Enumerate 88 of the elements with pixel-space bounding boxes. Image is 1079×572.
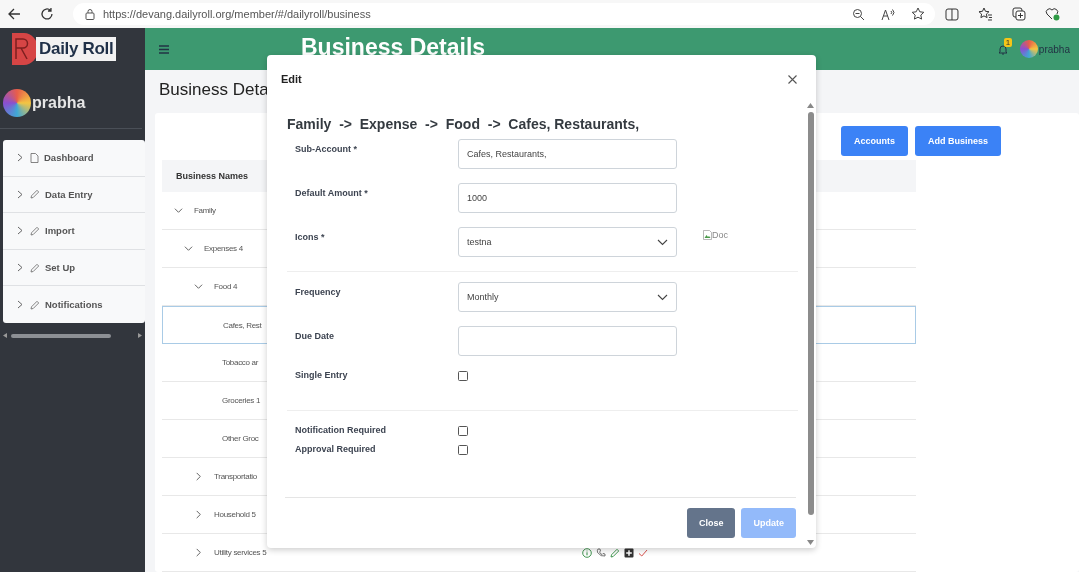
chevron-down-icon[interactable] [657, 293, 668, 301]
url-text: https://devang.dailyroll.org/member/#/dailyroll/business [102, 8, 371, 20]
address-bar[interactable]: https://devang.dailyroll.org/member/#/dailyroll/business [72, 3, 936, 25]
field-label: Notification Required [295, 424, 387, 435]
scrollbar[interactable] [806, 103, 815, 545]
menu-item[interactable]: Notifications [3, 286, 145, 323]
chevron-right-icon [16, 226, 24, 236]
menu-item[interactable]: Data Entry [3, 176, 145, 214]
image-alt-text: Doc [712, 230, 728, 240]
dialog-title: Edit [281, 73, 302, 85]
input-field[interactable]: Cafes, Restaurants, [458, 139, 677, 169]
file-icon [30, 152, 39, 163]
field-label: Approval Required [295, 443, 377, 454]
dropdown[interactable]: testna [458, 227, 677, 257]
pencil-icon [30, 299, 40, 310]
heart-icon[interactable] [1045, 7, 1060, 21]
row-name: Utility services 5 [214, 548, 267, 557]
lock-icon[interactable] [84, 8, 95, 20]
read-aloud-icon[interactable] [881, 7, 896, 21]
pencil-icon [30, 189, 40, 200]
broken-image-icon [703, 230, 712, 240]
field-label: Sub-Account * [295, 143, 358, 154]
chevron-down-icon[interactable] [657, 238, 668, 246]
row-name: Other Groc [222, 434, 259, 443]
action-button[interactable]: Accounts [840, 126, 908, 156]
row-name: Tobacco ar [222, 358, 259, 367]
row-name: Cafes, Rest [223, 320, 262, 330]
checkbox[interactable] [458, 371, 468, 381]
row-name: Expenses 4 [204, 244, 243, 253]
scroll-down-arrow-icon[interactable] [807, 540, 814, 545]
check-icon[interactable] [638, 547, 648, 558]
field-label: Icons * [295, 231, 326, 242]
user-name: prabha [32, 94, 86, 112]
menu-item[interactable]: Set Up [3, 249, 145, 287]
checkbox[interactable] [458, 426, 468, 436]
zoom-out-icon[interactable] [852, 7, 866, 21]
close-button[interactable]: Close [686, 508, 736, 538]
info-icon[interactable] [582, 547, 592, 558]
field-label: Frequency [295, 286, 342, 297]
chevron-right-icon[interactable] [194, 472, 203, 481]
field-label: Default Amount * [295, 187, 369, 198]
notification-badge: 1 [1003, 37, 1013, 47]
bell-icon[interactable] [997, 43, 1008, 55]
split-screen-icon[interactable] [945, 7, 960, 21]
chevron-right-icon [16, 300, 24, 310]
breadcrumb: Family -> Expense -> Food -> Cafes, Restaurants, [287, 116, 641, 132]
avatar[interactable] [1019, 40, 1038, 58]
back-icon[interactable] [7, 7, 21, 21]
logo-icon [12, 33, 38, 65]
scrollbar[interactable] [0, 330, 145, 341]
menu-item[interactable]: Dashboard [3, 140, 145, 177]
star-icon[interactable] [911, 7, 926, 21]
plus-square-icon[interactable] [624, 547, 634, 558]
chevron-right-icon [16, 263, 24, 273]
phone-icon[interactable] [596, 547, 606, 558]
scroll-left-arrow-icon[interactable] [3, 333, 7, 339]
input-field[interactable]: 1000 [458, 183, 677, 213]
dropdown[interactable]: Monthly [458, 282, 677, 312]
chevron-right-icon [16, 153, 24, 163]
row-name: Household 5 [214, 510, 256, 519]
menu-icon[interactable] [159, 44, 169, 54]
chevron-right-icon [16, 189, 24, 199]
row-name: Transportatio [214, 472, 257, 481]
collections-icon[interactable] [1012, 7, 1027, 21]
page-heading: Business Details [301, 33, 486, 61]
column-header: Business Names [176, 171, 249, 181]
close-icon[interactable] [788, 74, 797, 84]
input-field[interactable] [458, 326, 677, 356]
logo-text: Daily Roll [36, 37, 117, 61]
favorites-icon[interactable] [978, 7, 994, 21]
refresh-icon[interactable] [39, 7, 54, 21]
user-name[interactable]: prabha [1038, 43, 1070, 55]
menu-item[interactable]: Import [3, 213, 145, 250]
chevron-right-icon[interactable] [194, 548, 203, 557]
field-label: Due Date [295, 330, 335, 341]
action-button[interactable]: Add Business [915, 126, 1001, 156]
pencil-icon [30, 262, 40, 273]
scroll-right-arrow-icon[interactable] [138, 333, 142, 339]
row-name: Family [194, 206, 216, 215]
row-name: Groceries 1 [222, 396, 261, 405]
row-name: Food 4 [214, 282, 238, 291]
scroll-up-arrow-icon[interactable] [807, 103, 814, 108]
checkbox[interactable] [458, 445, 468, 455]
pencil-icon [30, 226, 40, 236]
field-label: Single Entry [295, 369, 349, 380]
avatar [3, 89, 31, 117]
page-title: Business Deta [159, 80, 270, 100]
chevron-right-icon[interactable] [194, 510, 203, 519]
